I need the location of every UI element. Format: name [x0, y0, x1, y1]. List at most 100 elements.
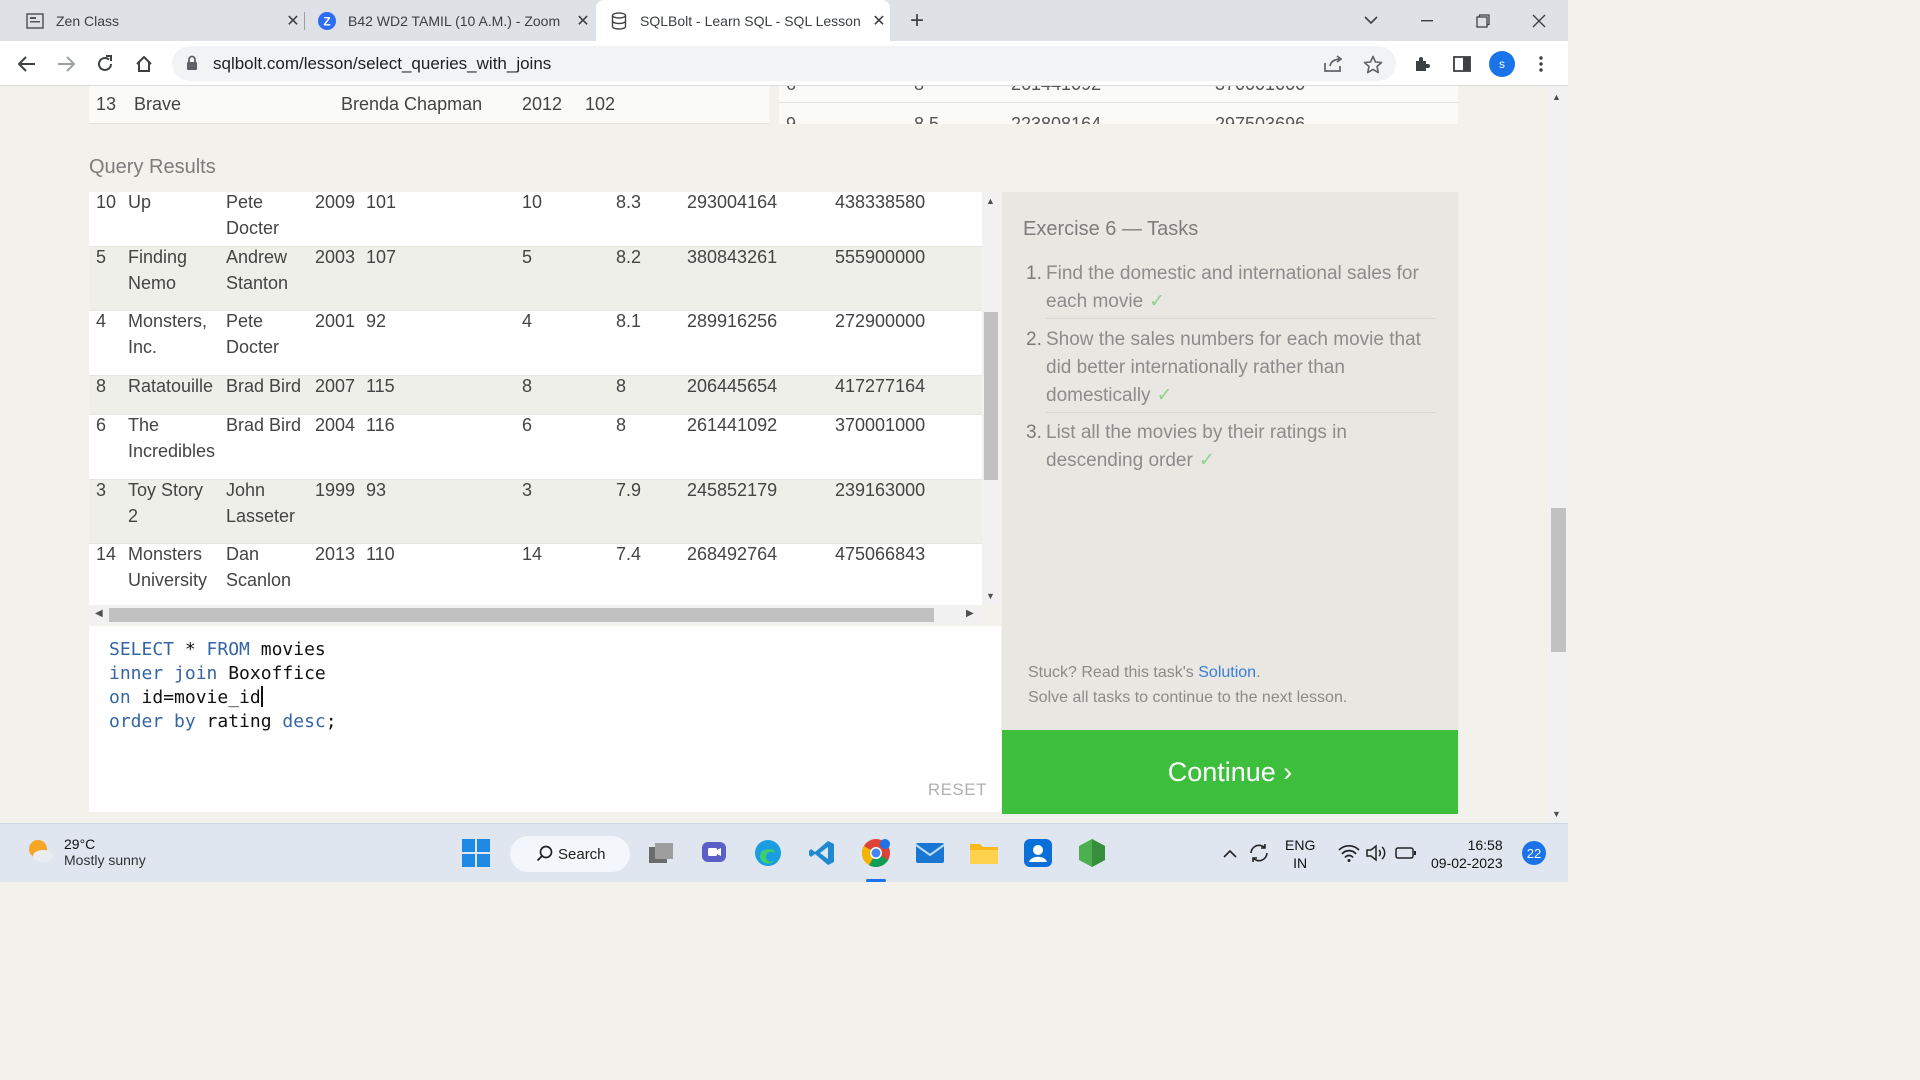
table-row: 10 Up Pete Docter 2009 101 10 8.3 293004164 43833… [89, 192, 982, 247]
scroll-left-icon[interactable]: ◀ [95, 608, 103, 619]
minimize-icon[interactable] [1404, 0, 1450, 41]
cell-international: 370001000 [1215, 86, 1305, 95]
cell-domestic-sales: 245852179 [687, 480, 778, 500]
table-row: 14 Monsters University Dan Scanlon 2013 110 14 7… [89, 544, 982, 605]
cell-title-line: Up [128, 192, 152, 212]
close-tab-icon[interactable]: ✕ [282, 10, 304, 32]
cell-length: 92 [366, 311, 387, 331]
weather-widget[interactable]: 29°C Mostly sunny [26, 836, 146, 868]
cell-year: 2013 [315, 544, 356, 564]
sql-token: id=movie_id [130, 687, 261, 708]
cell-domestic-sales: 293004164 [687, 192, 778, 212]
movies-table-partial: 13 Brave Brenda Chapman 2012 102 [89, 86, 769, 124]
cell-rating: 8.3 [616, 192, 642, 212]
cell-length: 93 [366, 480, 387, 500]
cloud-app-icon[interactable] [1022, 837, 1054, 869]
file-explorer-icon[interactable] [968, 837, 1000, 869]
vscode-icon[interactable] [806, 837, 838, 869]
table-row: 3 Toy Story 2 John Lasseter 1999 93 3 7.9 2458521… [89, 480, 982, 544]
edge-icon[interactable] [752, 837, 784, 869]
reset-button[interactable]: RESET [928, 780, 987, 800]
database-icon [610, 11, 628, 30]
scrollbar-thumb[interactable] [1551, 508, 1566, 652]
restore-icon[interactable] [1460, 0, 1506, 41]
tab-sqlbolt[interactable]: SQLBolt - Learn SQL - SQL Lesson ✕ [596, 0, 890, 41]
mail-icon[interactable] [914, 837, 946, 869]
results-horizontal-scrollbar[interactable]: ◀ ▶ [89, 605, 982, 624]
sql-code[interactable]: SELECT * FROM movies inner join Boxoffice… [109, 638, 337, 734]
cell-year: 1999 [315, 480, 356, 500]
show-hidden-icons-icon[interactable] [1214, 837, 1246, 869]
back-icon[interactable] [13, 50, 41, 78]
task-view-icon[interactable] [645, 837, 677, 869]
results-vertical-scrollbar[interactable]: ▲ ▼ [982, 192, 1000, 605]
cell-id: 8 [96, 376, 107, 396]
close-tab-icon[interactable]: ✕ [868, 10, 890, 32]
check-icon: ✓ [1156, 385, 1173, 406]
cell-movie-id: 8 [522, 376, 533, 396]
cell-director-line: Pete [226, 192, 264, 212]
scroll-down-icon[interactable]: ▼ [986, 591, 995, 601]
scroll-up-icon[interactable]: ▲ [1552, 92, 1561, 102]
start-icon[interactable] [460, 837, 492, 869]
task-divider [1046, 318, 1436, 319]
browser-menu-icon[interactable] [1527, 50, 1555, 78]
cell-title-line: 2 [128, 506, 139, 526]
battery-icon[interactable] [1390, 837, 1422, 869]
tab-zen-class[interactable]: Zen Class ✕ [14, 0, 304, 41]
scrollbar-thumb[interactable] [984, 312, 998, 480]
code-line[interactable]: inner join Boxoffice [109, 662, 337, 686]
cell-title-line: Finding [128, 247, 188, 267]
volume-icon[interactable] [1361, 837, 1393, 869]
solution-link[interactable]: Solution [1198, 664, 1256, 681]
close-tab-icon[interactable]: ✕ [572, 10, 594, 32]
continue-button[interactable]: Continue › [1002, 730, 1458, 814]
cell-rating: 8 [914, 86, 924, 95]
boxoffice-table-partial: 6 8 261441092 370001000 9 8.5 223808164 … [779, 86, 1458, 124]
cell-movie-id: 10 [522, 192, 543, 212]
solve-all-hint: Solve all tasks to continue to the next … [1028, 689, 1348, 706]
zen-class-icon [26, 12, 44, 30]
cell-title-line: University [128, 570, 208, 590]
node-hexagon-icon[interactable] [1076, 837, 1108, 869]
tab-search-icon[interactable] [1348, 0, 1394, 41]
side-panel-icon[interactable] [1448, 50, 1476, 78]
code-line[interactable]: order by rating desc; [109, 710, 337, 734]
new-tab-button[interactable]: + [904, 7, 930, 34]
address-bar[interactable]: sqlbolt.com/lesson/select_queries_with_j… [172, 46, 1396, 81]
profile-avatar[interactable]: s [1489, 51, 1515, 77]
reload-icon[interactable] [91, 50, 119, 78]
cell-rating: 8.2 [616, 247, 642, 267]
tab-zoom[interactable]: Z B42 WD2 TAMIL (10 A.M.) - Zoom ✕ [306, 0, 594, 41]
sql-editor[interactable]: SELECT * FROM movies inner join Boxoffice… [89, 626, 1001, 812]
sql-keyword: order by [109, 711, 196, 732]
taskbar-search[interactable]: Search [510, 836, 630, 872]
scroll-right-icon[interactable]: ▶ [966, 608, 974, 619]
cell-rating: 7.4 [616, 544, 642, 564]
cell-director-line: Stanton [226, 273, 289, 293]
code-line[interactable]: SELECT * FROM movies [109, 638, 337, 662]
scroll-up-icon[interactable]: ▲ [986, 196, 995, 206]
cell-domestic: 261441092 [1011, 86, 1101, 95]
sync-icon[interactable] [1243, 837, 1275, 869]
clock[interactable]: 16:58 09-02-2023 [1431, 836, 1503, 872]
teams-chat-icon[interactable] [698, 837, 730, 869]
close-window-icon[interactable] [1516, 0, 1562, 41]
date: 09-02-2023 [1431, 855, 1503, 871]
task-number: 2. [1026, 329, 1042, 350]
language-indicator[interactable]: ENG IN [1285, 836, 1315, 872]
task-text: List all the movies by their ratings in … [1046, 422, 1347, 471]
chrome-icon[interactable] [860, 837, 892, 869]
scroll-down-icon[interactable]: ▼ [1552, 809, 1561, 819]
bookmark-star-icon[interactable] [1362, 53, 1384, 75]
scrollbar-thumb[interactable] [109, 608, 934, 622]
notifications-badge[interactable]: 22 [1522, 841, 1546, 865]
extensions-icon[interactable] [1408, 50, 1436, 78]
page-vertical-scrollbar[interactable]: ▲ ▼ [1548, 86, 1568, 823]
forward-icon[interactable] [52, 50, 80, 78]
code-line[interactable]: on id=movie_id [109, 686, 337, 710]
share-icon[interactable] [1322, 53, 1344, 75]
cell-international-sales: 370001000 [835, 415, 926, 435]
cell-title-line: Toy Story [128, 480, 204, 500]
home-icon[interactable] [130, 50, 158, 78]
